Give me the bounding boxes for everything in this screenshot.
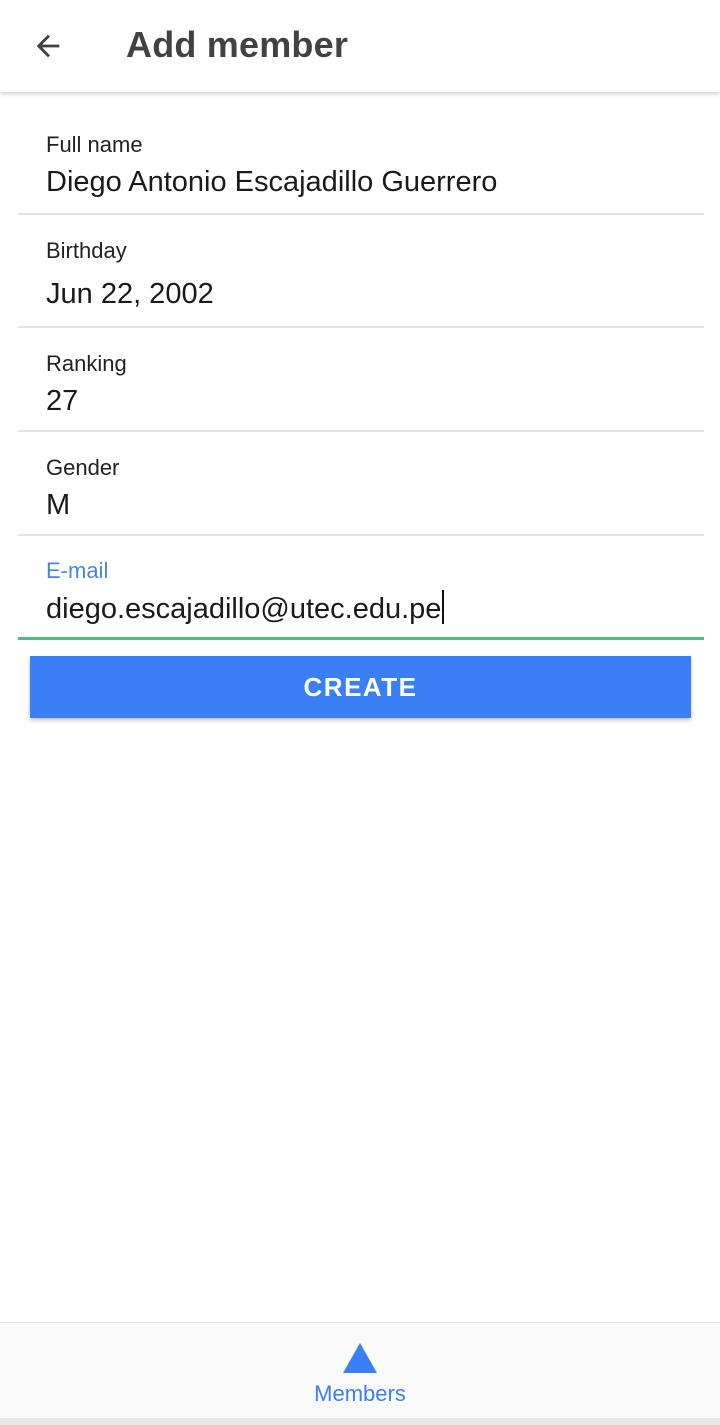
gender-field[interactable]: Gender M bbox=[18, 432, 704, 536]
gender-input[interactable]: M bbox=[46, 487, 704, 523]
add-member-form: Full name Diego Antonio Escajadillo Guer… bbox=[18, 112, 704, 640]
full-name-label: Full name bbox=[46, 132, 143, 157]
back-button[interactable] bbox=[20, 22, 76, 70]
arrow-left-icon bbox=[36, 34, 60, 58]
email-label: E-mail bbox=[46, 558, 109, 583]
email-value: diego.escajadillo@utec.edu.pe bbox=[46, 593, 442, 625]
nav-label-members: Members bbox=[314, 1381, 406, 1406]
page-title: Add member bbox=[126, 24, 349, 65]
full-name-input[interactable]: Diego Antonio Escajadillo Guerrero bbox=[46, 164, 704, 200]
full-name-field[interactable]: Full name Diego Antonio Escajadillo Guer… bbox=[18, 112, 704, 215]
email-field[interactable]: E-mail diego.escajadillo@utec.edu.pe bbox=[18, 536, 704, 640]
bottom-navigation: Members bbox=[0, 1322, 720, 1419]
gender-label: Gender bbox=[46, 455, 120, 480]
app-bar: Add member bbox=[0, 0, 720, 92]
ranking-input[interactable]: 27 bbox=[46, 383, 704, 419]
triangle-icon bbox=[343, 1343, 377, 1373]
birthday-field[interactable]: Birthday Jun 22, 2002 bbox=[18, 215, 704, 328]
text-cursor bbox=[442, 590, 445, 624]
system-nav-strip bbox=[0, 1418, 720, 1425]
birthday-input[interactable]: Jun 22, 2002 bbox=[46, 276, 704, 312]
nav-item-members[interactable]: Members bbox=[290, 1323, 430, 1419]
birthday-label: Birthday bbox=[46, 238, 127, 263]
ranking-field[interactable]: Ranking 27 bbox=[18, 328, 704, 432]
create-button[interactable]: CREATE bbox=[30, 656, 691, 718]
email-input[interactable]: diego.escajadillo@utec.edu.pe bbox=[46, 590, 704, 627]
ranking-label: Ranking bbox=[46, 351, 127, 376]
